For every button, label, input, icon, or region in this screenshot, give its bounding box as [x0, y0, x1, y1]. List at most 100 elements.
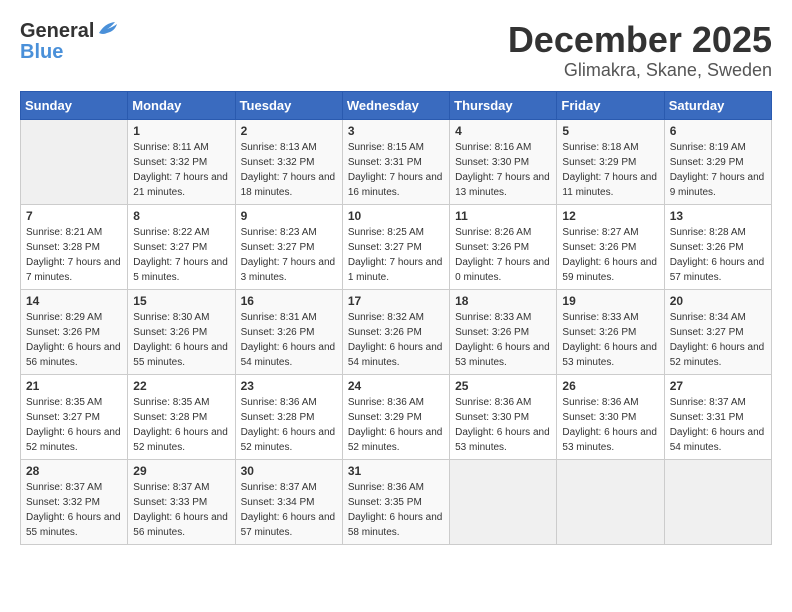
calendar-week-row: 1 Sunrise: 8:11 AMSunset: 3:32 PMDaylight… — [21, 119, 772, 204]
calendar-cell — [664, 459, 771, 544]
weekday-header-thursday: Thursday — [450, 91, 557, 119]
logo-bird-icon — [97, 21, 119, 42]
day-info: Sunrise: 8:36 AMSunset: 3:35 PMDaylight:… — [348, 480, 444, 540]
day-number: 17 — [348, 294, 444, 308]
weekday-header-friday: Friday — [557, 91, 664, 119]
calendar-cell: 7 Sunrise: 8:21 AMSunset: 3:28 PMDaylight… — [21, 204, 128, 289]
day-info: Sunrise: 8:32 AMSunset: 3:26 PMDaylight:… — [348, 310, 444, 370]
calendar-cell: 14 Sunrise: 8:29 AMSunset: 3:26 PMDayligh… — [21, 289, 128, 374]
day-info: Sunrise: 8:37 AMSunset: 3:34 PMDaylight:… — [241, 480, 337, 540]
logo: General Blue — [20, 20, 119, 64]
day-info: Sunrise: 8:34 AMSunset: 3:27 PMDaylight:… — [670, 310, 766, 370]
day-info: Sunrise: 8:21 AMSunset: 3:28 PMDaylight:… — [26, 225, 122, 285]
calendar-cell: 6 Sunrise: 8:19 AMSunset: 3:29 PMDaylight… — [664, 119, 771, 204]
calendar-cell: 27Sunrise: 8:37 AMSunset: 3:31 PMDayligh… — [664, 374, 771, 459]
day-number: 11 — [455, 209, 551, 223]
day-number: 21 — [26, 379, 122, 393]
calendar-cell: 16 Sunrise: 8:31 AMSunset: 3:26 PMDayligh… — [235, 289, 342, 374]
day-info: Sunrise: 8:26 AMSunset: 3:26 PMDaylight:… — [455, 225, 551, 285]
day-number: 23 — [241, 379, 337, 393]
day-number: 15 — [133, 294, 229, 308]
calendar-table: SundayMondayTuesdayWednesdayThursdayFrid… — [20, 91, 772, 545]
day-info: Sunrise: 8:37 AMSunset: 3:33 PMDaylight:… — [133, 480, 229, 540]
day-number: 30 — [241, 464, 337, 478]
day-number: 27 — [670, 379, 766, 393]
calendar-cell: 1 Sunrise: 8:11 AMSunset: 3:32 PMDaylight… — [128, 119, 235, 204]
calendar-cell: 15 Sunrise: 8:30 AMSunset: 3:26 PMDayligh… — [128, 289, 235, 374]
calendar-cell: 21 Sunrise: 8:35 AMSunset: 3:27 PMDayligh… — [21, 374, 128, 459]
calendar-week-row: 7 Sunrise: 8:21 AMSunset: 3:28 PMDaylight… — [21, 204, 772, 289]
calendar-cell: 9Sunrise: 8:23 AMSunset: 3:27 PMDaylight… — [235, 204, 342, 289]
calendar-cell: 20 Sunrise: 8:34 AMSunset: 3:27 PMDayligh… — [664, 289, 771, 374]
day-info: Sunrise: 8:16 AMSunset: 3:30 PMDaylight:… — [455, 140, 551, 200]
day-number: 4 — [455, 124, 551, 138]
day-info: Sunrise: 8:30 AMSunset: 3:26 PMDaylight:… — [133, 310, 229, 370]
title-group: December 2025 Glimakra, Skane, Sweden — [508, 20, 772, 81]
calendar-cell: 29 Sunrise: 8:37 AMSunset: 3:33 PMDayligh… — [128, 459, 235, 544]
day-number: 9 — [241, 209, 337, 223]
calendar-cell: 25Sunrise: 8:36 AMSunset: 3:30 PMDayligh… — [450, 374, 557, 459]
day-info: Sunrise: 8:36 AMSunset: 3:29 PMDaylight:… — [348, 395, 444, 455]
calendar-cell: 28Sunrise: 8:37 AMSunset: 3:32 PMDayligh… — [21, 459, 128, 544]
calendar-cell: 19 Sunrise: 8:33 AMSunset: 3:26 PMDayligh… — [557, 289, 664, 374]
day-number: 28 — [26, 464, 122, 478]
logo-blue: Blue — [20, 41, 63, 64]
day-number: 12 — [562, 209, 658, 223]
day-number: 7 — [26, 209, 122, 223]
day-number: 19 — [562, 294, 658, 308]
day-number: 14 — [26, 294, 122, 308]
calendar-cell: 17 Sunrise: 8:32 AMSunset: 3:26 PMDayligh… — [342, 289, 449, 374]
day-number: 5 — [562, 124, 658, 138]
day-info: Sunrise: 8:36 AMSunset: 3:28 PMDaylight:… — [241, 395, 337, 455]
day-number: 16 — [241, 294, 337, 308]
day-number: 31 — [348, 464, 444, 478]
weekday-header-sunday: Sunday — [21, 91, 128, 119]
day-info: Sunrise: 8:36 AMSunset: 3:30 PMDaylight:… — [562, 395, 658, 455]
calendar-cell: 11 Sunrise: 8:26 AMSunset: 3:26 PMDayligh… — [450, 204, 557, 289]
calendar-cell: 10 Sunrise: 8:25 AMSunset: 3:27 PMDayligh… — [342, 204, 449, 289]
day-info: Sunrise: 8:19 AMSunset: 3:29 PMDaylight:… — [670, 140, 766, 200]
calendar-cell — [557, 459, 664, 544]
calendar-week-row: 14 Sunrise: 8:29 AMSunset: 3:26 PMDayligh… — [21, 289, 772, 374]
day-number: 20 — [670, 294, 766, 308]
calendar-cell: 22 Sunrise: 8:35 AMSunset: 3:28 PMDayligh… — [128, 374, 235, 459]
day-number: 6 — [670, 124, 766, 138]
day-number: 22 — [133, 379, 229, 393]
day-info: Sunrise: 8:35 AMSunset: 3:27 PMDaylight:… — [26, 395, 122, 455]
day-number: 25 — [455, 379, 551, 393]
calendar-cell: 3Sunrise: 8:15 AMSunset: 3:31 PMDaylight… — [342, 119, 449, 204]
calendar-cell: 12 Sunrise: 8:27 AMSunset: 3:26 PMDayligh… — [557, 204, 664, 289]
day-info: Sunrise: 8:29 AMSunset: 3:26 PMDaylight:… — [26, 310, 122, 370]
day-info: Sunrise: 8:33 AMSunset: 3:26 PMDaylight:… — [455, 310, 551, 370]
weekday-header-monday: Monday — [128, 91, 235, 119]
calendar-cell: 8Sunrise: 8:22 AMSunset: 3:27 PMDaylight… — [128, 204, 235, 289]
calendar-cell: 4 Sunrise: 8:16 AMSunset: 3:30 PMDaylight… — [450, 119, 557, 204]
day-info: Sunrise: 8:35 AMSunset: 3:28 PMDaylight:… — [133, 395, 229, 455]
calendar-cell: 26Sunrise: 8:36 AMSunset: 3:30 PMDayligh… — [557, 374, 664, 459]
day-number: 10 — [348, 209, 444, 223]
day-number: 29 — [133, 464, 229, 478]
weekday-header-saturday: Saturday — [664, 91, 771, 119]
weekday-header-tuesday: Tuesday — [235, 91, 342, 119]
calendar-cell — [450, 459, 557, 544]
calendar-cell: 23 Sunrise: 8:36 AMSunset: 3:28 PMDayligh… — [235, 374, 342, 459]
day-info: Sunrise: 8:31 AMSunset: 3:26 PMDaylight:… — [241, 310, 337, 370]
page-header: General Blue December 2025 Glimakra, Ska… — [20, 20, 772, 81]
day-info: Sunrise: 8:18 AMSunset: 3:29 PMDaylight:… — [562, 140, 658, 200]
day-number: 24 — [348, 379, 444, 393]
day-number: 8 — [133, 209, 229, 223]
calendar-cell: 5 Sunrise: 8:18 AMSunset: 3:29 PMDaylight… — [557, 119, 664, 204]
day-info: Sunrise: 8:27 AMSunset: 3:26 PMDaylight:… — [562, 225, 658, 285]
calendar-week-row: 21 Sunrise: 8:35 AMSunset: 3:27 PMDayligh… — [21, 374, 772, 459]
day-info: Sunrise: 8:25 AMSunset: 3:27 PMDaylight:… — [348, 225, 444, 285]
day-info: Sunrise: 8:15 AMSunset: 3:31 PMDaylight:… — [348, 140, 444, 200]
day-info: Sunrise: 8:11 AMSunset: 3:32 PMDaylight:… — [133, 140, 229, 200]
day-info: Sunrise: 8:33 AMSunset: 3:26 PMDaylight:… — [562, 310, 658, 370]
weekday-header-row: SundayMondayTuesdayWednesdayThursdayFrid… — [21, 91, 772, 119]
location-title: Glimakra, Skane, Sweden — [508, 60, 772, 81]
calendar-cell: 2Sunrise: 8:13 AMSunset: 3:32 PMDaylight… — [235, 119, 342, 204]
day-number: 1 — [133, 124, 229, 138]
logo-general: General — [20, 20, 94, 43]
calendar-cell: 24 Sunrise: 8:36 AMSunset: 3:29 PMDayligh… — [342, 374, 449, 459]
calendar-cell — [21, 119, 128, 204]
